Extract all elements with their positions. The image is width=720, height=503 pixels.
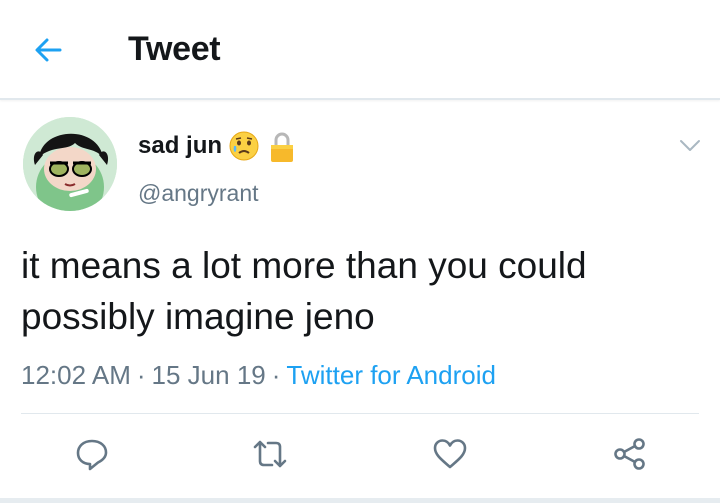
divider: [21, 413, 699, 414]
share-icon[interactable]: [610, 434, 650, 474]
meta-separator: ·: [136, 360, 146, 390]
like-icon[interactable]: [430, 434, 470, 474]
action-bar: [0, 434, 720, 478]
page-title: Tweet: [128, 30, 221, 68]
meta-separator: ·: [271, 360, 281, 390]
display-name[interactable]: sad jun: [138, 132, 222, 160]
author-name-row: sad jun: [138, 128, 298, 164]
back-arrow-icon[interactable]: [30, 32, 66, 68]
tweet-source-link[interactable]: Twitter for Android: [286, 360, 496, 390]
reply-icon[interactable]: [72, 434, 112, 474]
tweet-text: it means a lot more than you could possi…: [21, 245, 587, 337]
top-bar: Tweet: [0, 0, 720, 100]
lock-emoji: [266, 130, 298, 162]
retweet-icon[interactable]: [250, 434, 290, 474]
bottom-separator: [0, 498, 720, 503]
tweet-meta: 12:02 AM · 15 Jun 19 · Twitter for Android: [21, 360, 496, 391]
avatar[interactable]: [23, 117, 117, 211]
tweet-time: 12:02 AM: [21, 360, 131, 390]
chevron-down-icon[interactable]: [678, 136, 702, 156]
user-handle[interactable]: @angryrant: [138, 180, 259, 207]
sad-face-emoji: [228, 130, 260, 162]
tweet-date: 15 Jun 19: [151, 360, 266, 390]
